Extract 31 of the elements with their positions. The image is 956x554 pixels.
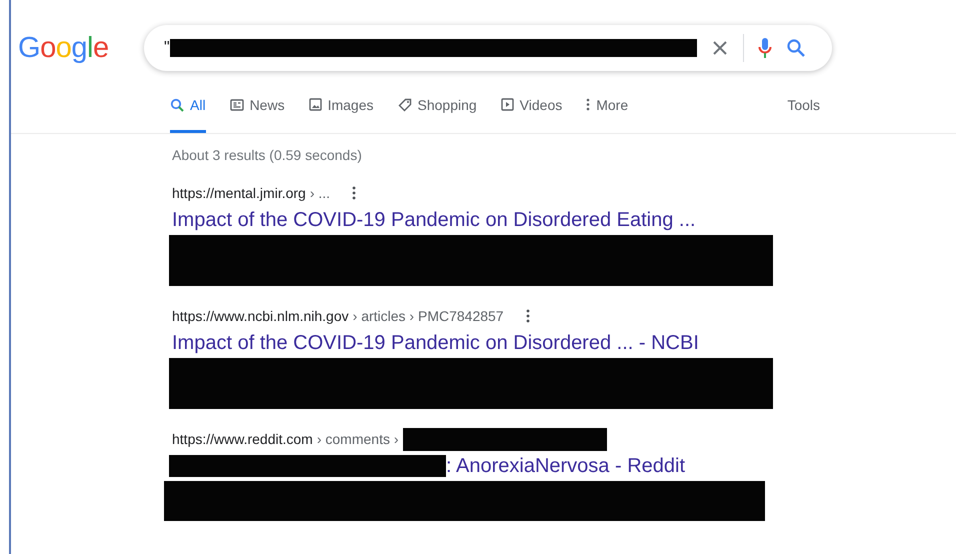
tag-icon xyxy=(398,98,412,112)
tab[interactable]: More xyxy=(586,93,628,133)
tools-tab[interactable]: Tools xyxy=(787,93,820,133)
microphone-icon[interactable] xyxy=(758,37,772,59)
breadcrumb: › comments › xyxy=(316,431,399,447)
result-title-link[interactable]: Impact of the COVID-19 Pandemic on Disordered ... - NCBI xyxy=(172,330,699,356)
image-icon xyxy=(308,98,322,111)
result-title-link[interactable]: Impact of the COVID-19 Pandemic on Disordered Eating ... xyxy=(172,207,696,233)
result-url[interactable]: https://www.reddit.com xyxy=(172,431,313,447)
query-text: " xyxy=(164,39,170,57)
breadcrumb: › ... xyxy=(310,185,330,201)
close-icon[interactable] xyxy=(711,39,729,57)
result-url[interactable]: https://www.ncbi.nlm.nih.gov xyxy=(172,308,349,324)
tab[interactable]: Videos xyxy=(500,93,562,133)
tab[interactable]: All xyxy=(170,93,206,133)
result-url[interactable]: https://mental.jmir.org xyxy=(172,185,306,201)
more-icon xyxy=(586,98,590,111)
tab[interactable]: Shopping xyxy=(398,93,477,133)
result-title-link[interactable]: : AnorexiaNervosa - Reddit xyxy=(446,453,686,479)
search-field[interactable]: " xyxy=(144,25,832,71)
google-logo[interactable]: Google xyxy=(18,34,144,62)
search-icon xyxy=(170,98,184,112)
breadcrumb: › articles › PMC7842857 xyxy=(352,308,504,324)
play-icon xyxy=(500,98,514,111)
newspaper-icon xyxy=(230,98,244,110)
more-icon[interactable] xyxy=(526,309,530,323)
tab[interactable]: Images xyxy=(308,93,374,133)
search-icon[interactable] xyxy=(786,38,806,58)
tab[interactable]: News xyxy=(230,93,285,133)
more-icon[interactable] xyxy=(352,186,356,200)
result-stats: About 3 results (0.59 seconds) xyxy=(172,147,363,163)
